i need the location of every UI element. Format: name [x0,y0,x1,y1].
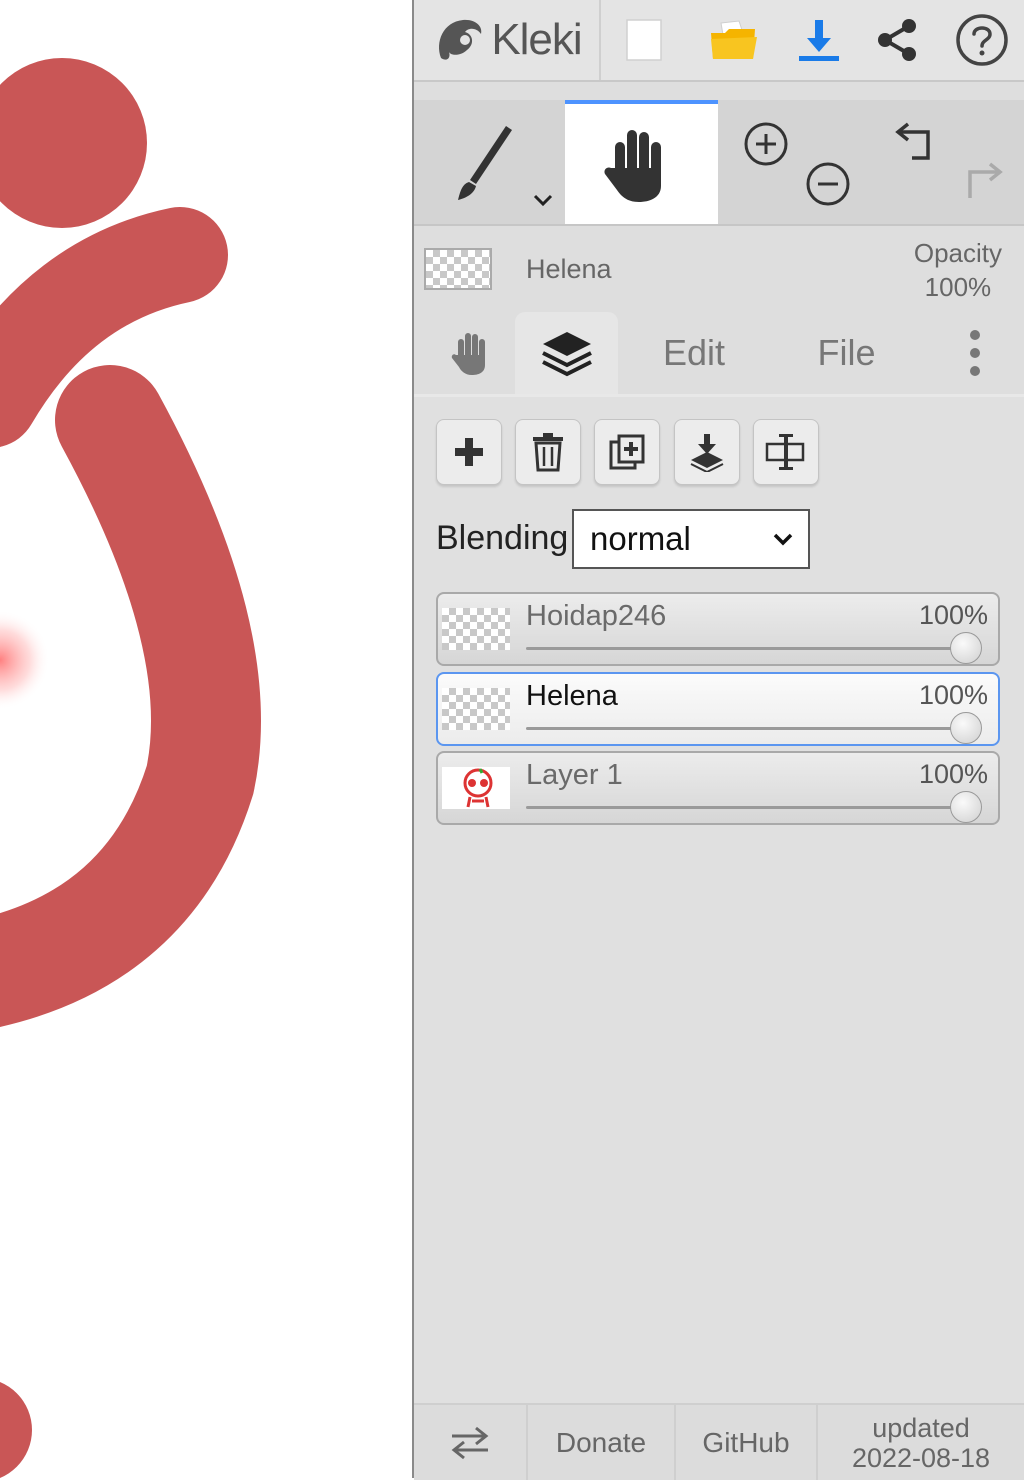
updated-link[interactable]: updated 2022-08-18 [818,1405,1024,1480]
layers-panel: Blending normal Hoidap246 100% Helena 10… [414,397,1024,1403]
share-icon [877,19,916,61]
layer-opacity-slider[interactable] [950,791,982,823]
blending-label: Blending [436,519,569,557]
rename-icon [765,434,805,470]
download-button[interactable] [774,0,864,80]
redo-icon[interactable] [954,158,1004,206]
chevron-down-icon [773,533,793,546]
tool-row [414,100,1024,226]
current-layer-thumbnail [424,248,492,290]
folder-icon [711,20,757,59]
tab-more[interactable] [944,312,1006,394]
zoom-in-icon[interactable] [742,120,790,168]
blending-select[interactable]: normal [572,509,810,569]
side-panel: Kleki Helena Opacity 100% Edit File Blen… [414,0,1024,1480]
layer-name: Layer 1 [526,759,623,791]
hand-tool[interactable] [565,100,718,224]
panel-tabs: Edit File [414,312,1024,397]
stroke-head-dot [0,58,147,228]
footer-bar: Donate GitHub updated 2022-08-18 [414,1403,1024,1480]
current-layer-name: Helena [526,254,612,284]
duplicate-icon [609,434,645,470]
layer-thumbnail [442,608,510,650]
layer-thumbnail [442,688,510,730]
layer-opacity-track[interactable] [526,727,972,730]
kleki-logo[interactable]: Kleki [414,0,601,80]
swap-arrows-icon [451,1426,489,1459]
layer-opacity-slider[interactable] [950,632,982,664]
canvas-artwork [0,58,261,1478]
layer-row-selected[interactable]: Helena 100% [436,672,1000,746]
new-image-button[interactable] [604,0,684,80]
tab-layers[interactable] [515,312,618,394]
plus-icon [455,438,483,466]
duplicate-layer-button[interactable] [594,419,660,485]
layer-opacity-track[interactable] [526,647,972,650]
layer-name: Hoidap246 [526,600,667,632]
brush-tool[interactable] [414,100,565,224]
merge-down-icon [690,434,724,472]
donate-link[interactable]: Donate [528,1405,676,1480]
chevron-down-icon[interactable] [532,192,554,208]
blank-page-icon [626,19,662,61]
hand-icon [451,333,485,375]
help-button[interactable] [939,0,1024,80]
layer-opacity-slider[interactable] [950,712,982,744]
delete-layer-button[interactable] [515,419,581,485]
blending-value: normal [590,520,691,557]
more-vertical-icon [970,330,980,376]
drawing-canvas[interactable] [0,0,412,1478]
share-button[interactable] [854,0,939,80]
layer-row[interactable]: Layer 1 100% [436,751,1000,825]
top-toolbar: Kleki [414,0,1024,82]
layer-row[interactable]: Hoidap246 100% [436,592,1000,666]
add-layer-button[interactable] [436,419,502,485]
opacity-label: Opacity [913,238,1002,268]
opacity-value: 100% [924,272,992,302]
tab-file[interactable]: File [789,312,904,394]
current-layer-info: Helena Opacity 100% [414,226,1024,312]
layer-opacity-value: 100% [918,680,988,710]
undo-icon[interactable] [894,118,944,166]
layer-opacity-value: 100% [918,600,988,630]
updated-label: updated [872,1412,970,1443]
layer-opacity-track[interactable] [526,806,972,809]
updated-date: 2022-08-18 [851,1442,991,1473]
merge-down-button[interactable] [674,419,740,485]
kleki-logo-icon [439,19,482,60]
current-layer-opacity[interactable]: Opacity 100% [914,236,1002,304]
swap-side-button[interactable] [414,1405,528,1480]
layers-icon [541,332,592,377]
layer-name: Helena [526,680,618,712]
trash-icon [533,433,563,472]
hand-icon [604,130,661,202]
zoom-out-icon[interactable] [804,160,852,208]
github-link[interactable]: GitHub [676,1405,818,1480]
stroke-bottom-dot [0,1382,32,1478]
open-image-button[interactable] [689,0,779,80]
tab-edit[interactable]: Edit [634,312,754,394]
app-name: Kleki [491,15,582,64]
layer-opacity-value: 100% [918,759,988,789]
question-icon [955,14,1008,66]
history-controls [884,100,1024,224]
rename-layer-button[interactable] [753,419,819,485]
zoom-controls [734,100,854,224]
stroke-glow [0,520,48,800]
tab-hand[interactable] [429,312,515,394]
download-icon [799,20,839,61]
layer-preview-icon [463,768,493,808]
layer-thumbnail [442,767,510,809]
